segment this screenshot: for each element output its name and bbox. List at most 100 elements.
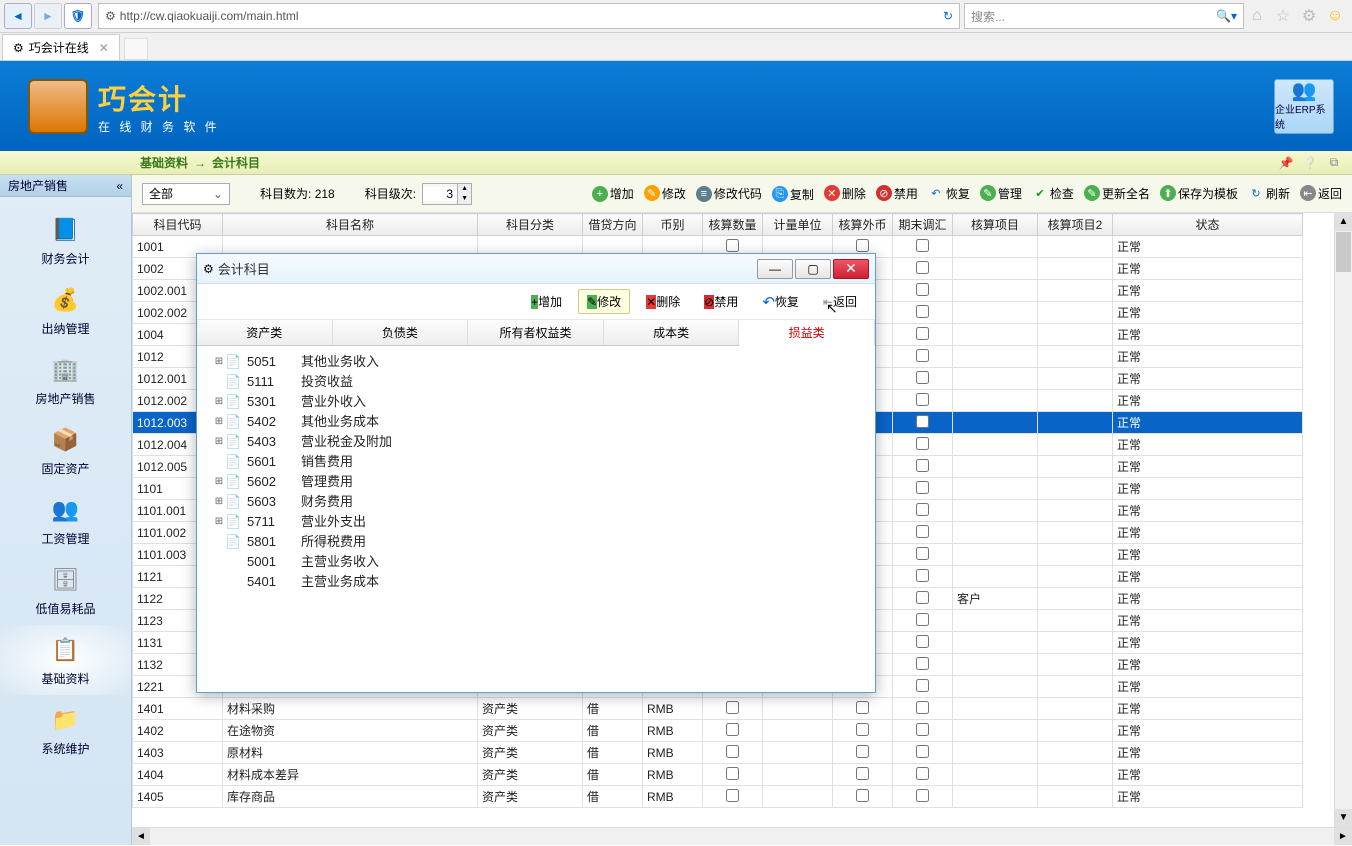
column-header[interactable]: 期末调汇 — [893, 214, 953, 236]
search-icon[interactable]: 🔍▾ — [1216, 9, 1237, 23]
refresh-icon[interactable]: ↻ — [943, 9, 953, 23]
tab-close-icon[interactable]: ✕ — [99, 41, 109, 55]
checkbox[interactable] — [856, 701, 869, 714]
account-tree[interactable]: ⊞📄5051其他业务收入📄5111投资收益⊞📄5301营业外收入⊞📄5402其他… — [197, 346, 875, 598]
pin-icon[interactable]: 📌 — [1276, 154, 1296, 172]
column-header[interactable]: 科目代码 — [133, 214, 223, 236]
tree-node[interactable]: 5401主营业务成本 — [207, 572, 865, 592]
browser-search-input[interactable]: 搜索... 🔍▾ — [964, 3, 1244, 29]
vertical-scrollbar[interactable]: ▲ ▼ — [1334, 213, 1352, 827]
tree-node[interactable]: 📄5601销售费用 — [207, 452, 865, 472]
minimize-button[interactable]: — — [757, 259, 793, 279]
expand-icon[interactable]: ⊞ — [213, 412, 225, 432]
settings-icon[interactable]: ⚙ — [1298, 5, 1320, 27]
column-header[interactable]: 核算外币 — [833, 214, 893, 236]
column-header[interactable]: 核算数量 — [703, 214, 763, 236]
checkbox[interactable] — [916, 657, 929, 670]
tree-node[interactable]: ⊞📄5603财务费用 — [207, 492, 865, 512]
help-icon[interactable]: ❔ — [1300, 154, 1320, 172]
column-header[interactable]: 核算项目 — [953, 214, 1038, 236]
checkbox[interactable] — [916, 679, 929, 692]
checkbox[interactable] — [856, 767, 869, 780]
dlg-delete-button[interactable]: ✕删除 — [638, 290, 688, 313]
checkbox[interactable] — [916, 371, 929, 384]
sidebar-item-基础资料[interactable]: 📋基础资料 — [0, 625, 131, 695]
table-row[interactable]: 1402在途物资资产类借RMB正常 — [133, 720, 1303, 742]
tree-node[interactable]: 📄5111投资收益 — [207, 372, 865, 392]
tree-node[interactable]: ⊞📄5051其他业务收入 — [207, 352, 865, 372]
checkbox[interactable] — [916, 569, 929, 582]
sidebar-item-低值易耗品[interactable]: 🗄低值易耗品 — [0, 555, 131, 625]
checkbox[interactable] — [916, 723, 929, 736]
checkbox[interactable] — [726, 239, 739, 252]
scroll-thumb[interactable] — [1336, 232, 1351, 272]
expand-icon[interactable]: ⊞ — [213, 512, 225, 532]
scroll-down[interactable]: ▼ — [1335, 809, 1352, 827]
spinner-down[interactable]: ▼ — [458, 194, 471, 204]
checkbox[interactable] — [916, 327, 929, 340]
erp-system-button[interactable]: 👥 企业ERP系统 — [1274, 79, 1334, 134]
checkbox[interactable] — [916, 415, 929, 428]
column-header[interactable]: 科目名称 — [223, 214, 478, 236]
dlg-edit-button[interactable]: ✎修改 — [578, 289, 630, 314]
column-header[interactable]: 币别 — [643, 214, 703, 236]
checkbox[interactable] — [916, 767, 929, 780]
column-header[interactable]: 借贷方向 — [583, 214, 643, 236]
dlg-return-button[interactable]: ⇤返回 — [815, 290, 865, 313]
checkbox[interactable] — [916, 305, 929, 318]
checkbox[interactable] — [856, 723, 869, 736]
sidebar-item-固定资产[interactable]: 📦固定资产 — [0, 415, 131, 485]
tree-node[interactable]: ⊞📄5301营业外收入 — [207, 392, 865, 412]
column-header[interactable]: 计量单位 — [763, 214, 833, 236]
table-row[interactable]: 1403原材料资产类借RMB正常 — [133, 742, 1303, 764]
checkbox[interactable] — [916, 701, 929, 714]
refresh-button[interactable]: ↻刷新 — [1248, 185, 1290, 202]
checkbox[interactable] — [916, 525, 929, 538]
checkbox[interactable] — [916, 459, 929, 472]
dialog-tab-1[interactable]: 负债类 — [333, 320, 469, 345]
checkbox[interactable] — [916, 283, 929, 296]
checkbox[interactable] — [726, 789, 739, 802]
sidebar-item-财务会计[interactable]: 📘财务会计 — [0, 205, 131, 275]
checkbox[interactable] — [726, 723, 739, 736]
dlg-add-button[interactable]: +增加 — [523, 290, 570, 313]
dialog-tab-0[interactable]: 资产类 — [197, 320, 333, 345]
maximize-button[interactable]: ▢ — [795, 259, 831, 279]
expand-icon[interactable]: ⊞ — [213, 352, 225, 372]
tree-node[interactable]: 5001主营业务收入 — [207, 552, 865, 572]
column-header[interactable]: 科目分类 — [478, 214, 583, 236]
url-input[interactable]: ⚙ http://cw.qiaokuaiji.com/main.html ↻ — [98, 3, 960, 29]
sidebar-title[interactable]: 房地产销售 « — [0, 175, 131, 197]
level-input[interactable] — [423, 187, 457, 201]
checkbox[interactable] — [916, 613, 929, 626]
checkbox[interactable] — [916, 547, 929, 560]
checkbox[interactable] — [856, 789, 869, 802]
sidebar-item-系统维护[interactable]: 📁系统维护 — [0, 695, 131, 765]
dlg-restore-button[interactable]: ↶恢复 — [754, 290, 807, 314]
column-header[interactable]: 状态 — [1113, 214, 1303, 236]
table-row[interactable]: 1401材料采购资产类借RMB正常 — [133, 698, 1303, 720]
restore-button[interactable]: ↶恢复 — [928, 185, 970, 202]
dialog-tab-2[interactable]: 所有者权益类 — [468, 320, 604, 345]
add-button[interactable]: +增加 — [592, 185, 634, 202]
level-spinner[interactable]: ▲▼ — [422, 183, 472, 205]
breadcrumb-root[interactable]: 基础资料 — [140, 154, 188, 171]
browser-tab[interactable]: ⚙ 巧会计在线 ✕ — [2, 34, 120, 60]
tree-node[interactable]: ⊞📄5602管理费用 — [207, 472, 865, 492]
dlg-disable-button[interactable]: ⊘禁用 — [696, 290, 746, 313]
checkbox[interactable] — [856, 745, 869, 758]
checkbox[interactable] — [726, 745, 739, 758]
tree-node[interactable]: ⊞📄5402其他业务成本 — [207, 412, 865, 432]
back-button[interactable]: ◄ — [4, 3, 32, 29]
checkbox[interactable] — [916, 261, 929, 274]
dialog-titlebar[interactable]: ⚙ 会计科目 — ▢ ✕ — [197, 254, 875, 284]
close-button[interactable]: ✕ — [833, 259, 869, 279]
sidebar-item-出纳管理[interactable]: 💰出纳管理 — [0, 275, 131, 345]
savetpl-button[interactable]: ⬆保存为模板 — [1160, 185, 1238, 202]
checkbox[interactable] — [916, 503, 929, 516]
expand-icon[interactable]: ⊞ — [213, 392, 225, 412]
checkbox[interactable] — [726, 767, 739, 780]
checkbox[interactable] — [916, 745, 929, 758]
checkbox[interactable] — [916, 591, 929, 604]
expand-icon[interactable]: ⊞ — [213, 432, 225, 452]
